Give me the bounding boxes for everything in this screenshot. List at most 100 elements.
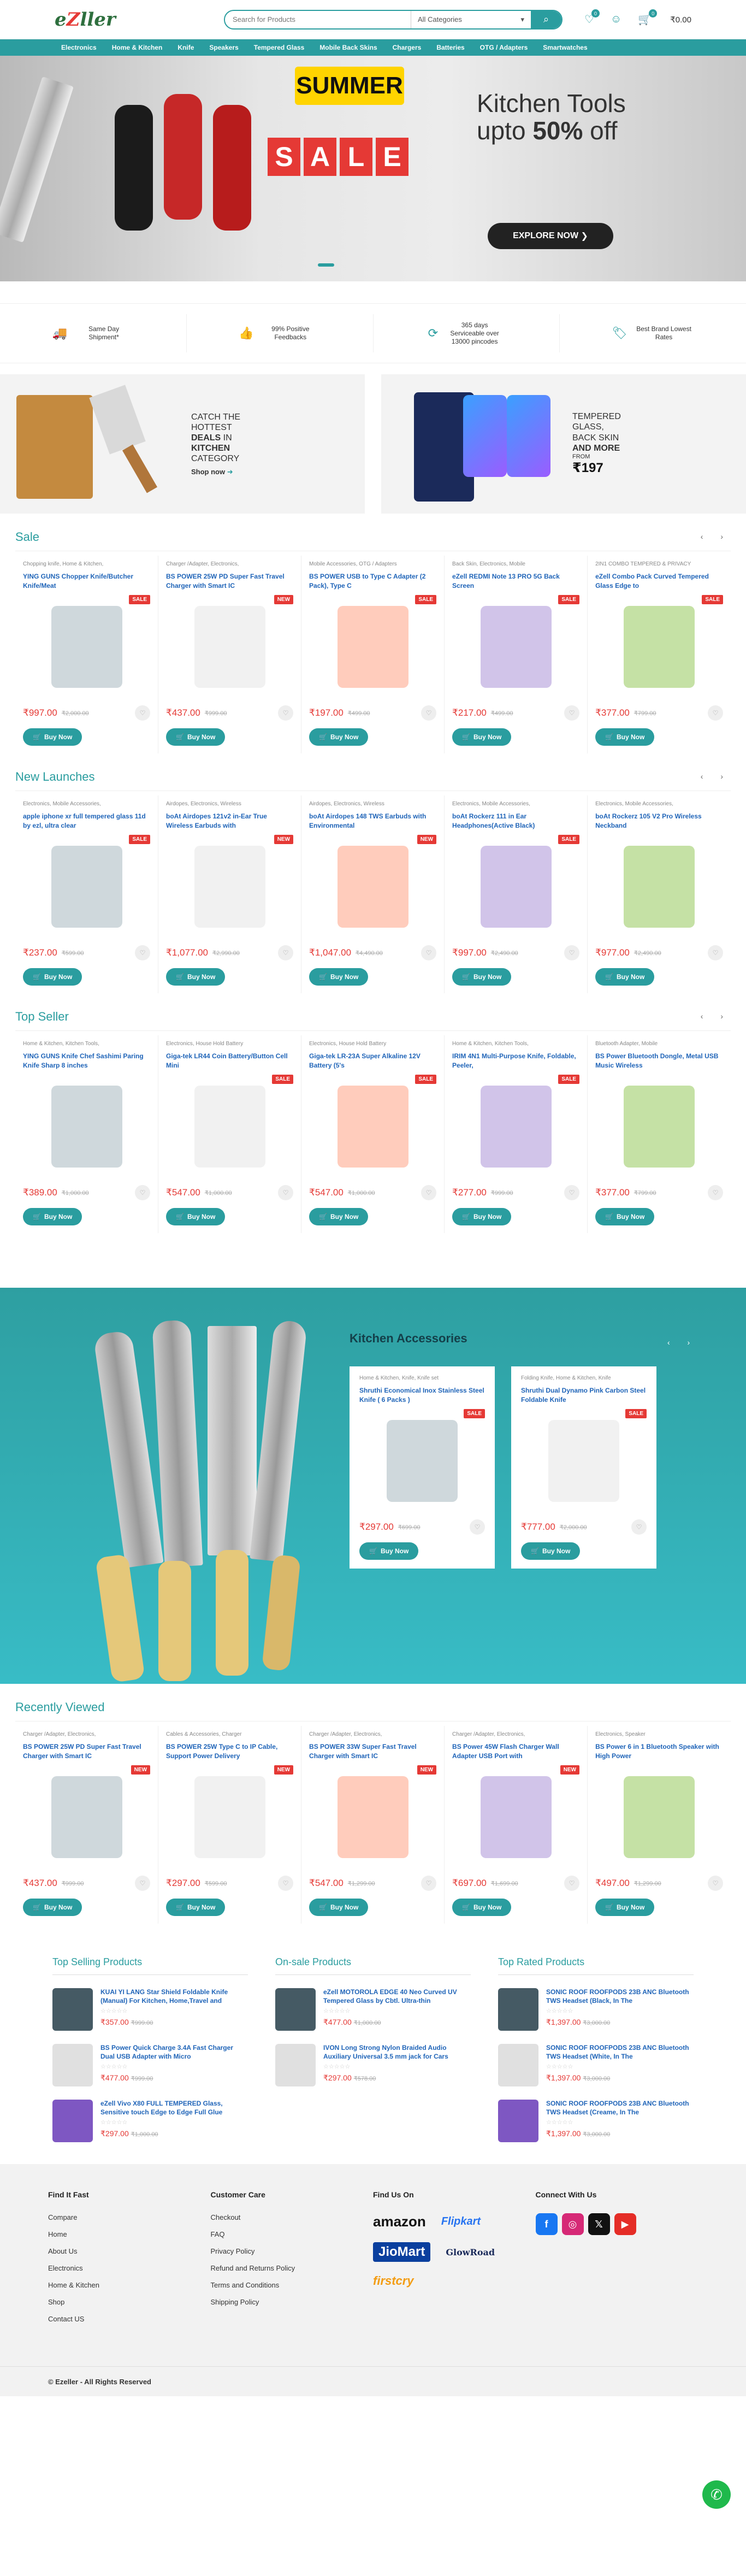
product-thumbnail[interactable] <box>275 2044 316 2086</box>
heart-icon[interactable]: ♡ <box>708 705 723 721</box>
product-thumbnail[interactable] <box>498 1988 538 2031</box>
category-select[interactable]: All Categories ▾ <box>410 10 531 28</box>
footer-link[interactable]: Shipping Policy <box>211 2298 374 2306</box>
product-category[interactable]: 2IN1 COMBO TEMPERED & PRIVACY <box>595 561 723 569</box>
product-image[interactable]: SALE <box>309 595 437 699</box>
product-image[interactable]: SALE <box>166 1075 294 1178</box>
product-image[interactable]: NEW <box>309 835 437 939</box>
product-thumbnail[interactable] <box>52 1988 93 2031</box>
product-image[interactable]: SALE <box>595 595 723 699</box>
product-image[interactable]: SALE <box>309 1075 437 1178</box>
product-name[interactable]: IVON Long Strong Nylon Braided Audio Aux… <box>323 2044 471 2061</box>
product-card[interactable]: Charger /Adapter, Electronics, BS POWER 3… <box>301 1726 445 1924</box>
footer-link[interactable]: Compare <box>48 2213 211 2221</box>
list-item[interactable]: eZell Vivo X80 FULL TEMPERED Glass, Sens… <box>52 2100 248 2142</box>
buy-now-button[interactable]: 🛒 Buy Now <box>595 1899 655 1916</box>
footer-link[interactable]: Checkout <box>211 2213 374 2221</box>
heart-icon[interactable]: ♡ <box>135 1876 151 1891</box>
heart-icon[interactable]: ♡ <box>708 1185 723 1200</box>
heart-icon[interactable]: ♡ <box>421 705 437 721</box>
product-name[interactable]: BS POWER 25W PD Super Fast Travel Charge… <box>23 1742 150 1761</box>
list-item[interactable]: BS Power Quick Charge 3.4A Fast Charger … <box>52 2044 248 2086</box>
product-name[interactable]: boAt Rockerz 105 V2 Pro Wireless Neckban… <box>595 812 723 830</box>
jiomart-logo[interactable]: JioMart <box>373 2242 431 2262</box>
promo-glass[interactable]: TEMPERED GLASS, BACK SKIN AND MORE FROM … <box>381 374 746 514</box>
logo[interactable]: eZller <box>55 9 218 31</box>
product-category[interactable]: Bluetooth Adapter, Mobile <box>595 1041 723 1048</box>
footer-link[interactable]: Contact US <box>48 2315 211 2323</box>
product-thumbnail[interactable] <box>52 2100 93 2142</box>
heart-icon[interactable]: ♡ <box>470 1519 485 1535</box>
product-name[interactable]: SONIC ROOF ROOFPODS 23B ANC Bluetooth TW… <box>546 2044 694 2061</box>
product-name[interactable]: BS Power Quick Charge 3.4A Fast Charger … <box>100 2044 248 2061</box>
product-image[interactable]: NEW <box>166 595 294 699</box>
heart-icon[interactable]: ♡ <box>421 945 437 960</box>
footer-link[interactable]: FAQ <box>211 2230 374 2238</box>
buy-now-button[interactable]: 🛒 Buy Now <box>166 968 226 986</box>
product-category[interactable]: Electronics, Speaker <box>595 1731 723 1739</box>
product-image[interactable]: SALE <box>452 1075 580 1178</box>
footer-link[interactable]: Terms and Conditions <box>211 2281 374 2289</box>
heart-icon[interactable]: ♡ <box>421 1876 437 1891</box>
product-image[interactable] <box>23 1075 150 1178</box>
product-category[interactable]: Charger /Adapter, Electronics, <box>166 561 293 569</box>
footer-link[interactable]: Shop <box>48 2298 211 2306</box>
product-name[interactable]: BS Power Bluetooth Dongle, Metal USB Mus… <box>595 1052 723 1070</box>
product-category[interactable]: Electronics, Mobile Accessories, <box>595 801 723 809</box>
heart-icon[interactable]: ♡ <box>708 1876 723 1891</box>
search-button[interactable]: ⌕ <box>530 10 561 28</box>
heart-icon[interactable]: ♡ <box>631 1519 647 1535</box>
product-image[interactable] <box>595 835 723 939</box>
product-card[interactable]: Chopping knife, Home & Kitchen, YING GUNS… <box>15 556 159 753</box>
wishlist-icon[interactable]: ♡ 0 <box>584 9 600 26</box>
buy-now-button[interactable]: 🛒 Buy Now <box>309 728 369 746</box>
product-image[interactable]: SALE <box>23 595 151 699</box>
product-category[interactable]: Home & Kitchen, Knife, Knife set <box>359 1375 485 1383</box>
heart-icon[interactable]: ♡ <box>135 945 151 960</box>
buy-now-button[interactable]: 🛒 Buy Now <box>23 728 82 746</box>
product-name[interactable]: apple iphone xr full tempered glass 11d … <box>23 812 150 830</box>
heart-icon[interactable]: ♡ <box>564 1185 580 1200</box>
buy-now-button[interactable]: 🛒 Buy Now <box>595 968 655 986</box>
cart-total[interactable]: ₹0.00 <box>670 15 691 25</box>
product-thumbnail[interactable] <box>498 2100 538 2142</box>
product-card[interactable]: Electronics, Mobile Accessories, apple ip… <box>15 795 159 993</box>
product-name[interactable]: YING GUNS Knife Chef Sashimi Paring Knif… <box>23 1052 150 1070</box>
buy-now-button[interactable]: 🛒 Buy Now <box>452 1899 512 1916</box>
footer-link[interactable]: Electronics <box>48 2264 211 2272</box>
buy-now-button[interactable]: 🛒 Buy Now <box>595 728 655 746</box>
product-name[interactable]: eZell MOTOROLA EDGE 40 Neo Curved UV Tem… <box>323 1988 471 2005</box>
product-name[interactable]: Giga-tek LR-23A Super Alkaline 12V Batte… <box>309 1052 436 1070</box>
whatsapp-icon[interactable]: ✆ <box>702 2480 731 2509</box>
buy-now-button[interactable]: 🛒 Buy Now <box>359 1542 419 1560</box>
footer-link[interactable]: Home & Kitchen <box>48 2281 211 2289</box>
buy-now-button[interactable]: 🛒 Buy Now <box>166 1899 226 1916</box>
product-card[interactable]: Home & Kitchen, Knife, Knife set Shruthi … <box>350 1366 495 1569</box>
heart-icon[interactable]: ♡ <box>135 1185 151 1200</box>
nav-home-kitchen[interactable]: Home & Kitchen <box>112 44 163 51</box>
product-image[interactable]: NEW <box>452 1765 580 1869</box>
list-item[interactable]: SONIC ROOF ROOFPODS 23B ANC Bluetooth TW… <box>498 2100 694 2142</box>
product-name[interactable]: eZell Combo Pack Curved Tempered Glass E… <box>595 572 723 591</box>
nav-smartwatches[interactable]: Smartwatches <box>543 44 587 51</box>
slider-pager[interactable] <box>318 263 334 267</box>
product-name[interactable]: eZell REDMI Note 13 PRO 5G Back Screen <box>452 572 579 591</box>
product-category[interactable]: Back Skin, Electronics, Mobile <box>452 561 579 569</box>
product-category[interactable]: Home & Kitchen, Kitchen Tools, <box>23 1041 150 1048</box>
product-image[interactable]: SALE <box>452 835 580 939</box>
product-category[interactable]: Mobile Accessories, OTG / Adapters <box>309 561 436 569</box>
product-category[interactable]: Cables & Accessories, Charger <box>166 1731 293 1739</box>
footer-link[interactable]: Home <box>48 2230 211 2238</box>
youtube-icon[interactable]: ▶ <box>614 2213 636 2235</box>
product-category[interactable]: Electronics, Mobile Accessories, <box>23 801 150 809</box>
product-name[interactable]: IRIM 4N1 Multi-Purpose Knife, Foldable, … <box>452 1052 579 1070</box>
product-name[interactable]: YING GUNS Chopper Knife/Butcher Knife/Me… <box>23 572 150 591</box>
nav-tempered-glass[interactable]: Tempered Glass <box>254 44 304 51</box>
product-image[interactable] <box>595 1075 723 1178</box>
nav-back-skins[interactable]: Mobile Back Skins <box>319 44 377 51</box>
instagram-icon[interactable]: ◎ <box>561 2213 584 2235</box>
product-name[interactable]: eZell Vivo X80 FULL TEMPERED Glass, Sens… <box>100 2100 248 2117</box>
product-category[interactable]: Electronics, House Hold Battery <box>166 1041 293 1048</box>
product-name[interactable]: boAt Airdopes 148 TWS Earbuds with Envir… <box>309 812 436 830</box>
list-item[interactable]: SONIC ROOF ROOFPODS 23B ANC Bluetooth TW… <box>498 1988 694 2031</box>
